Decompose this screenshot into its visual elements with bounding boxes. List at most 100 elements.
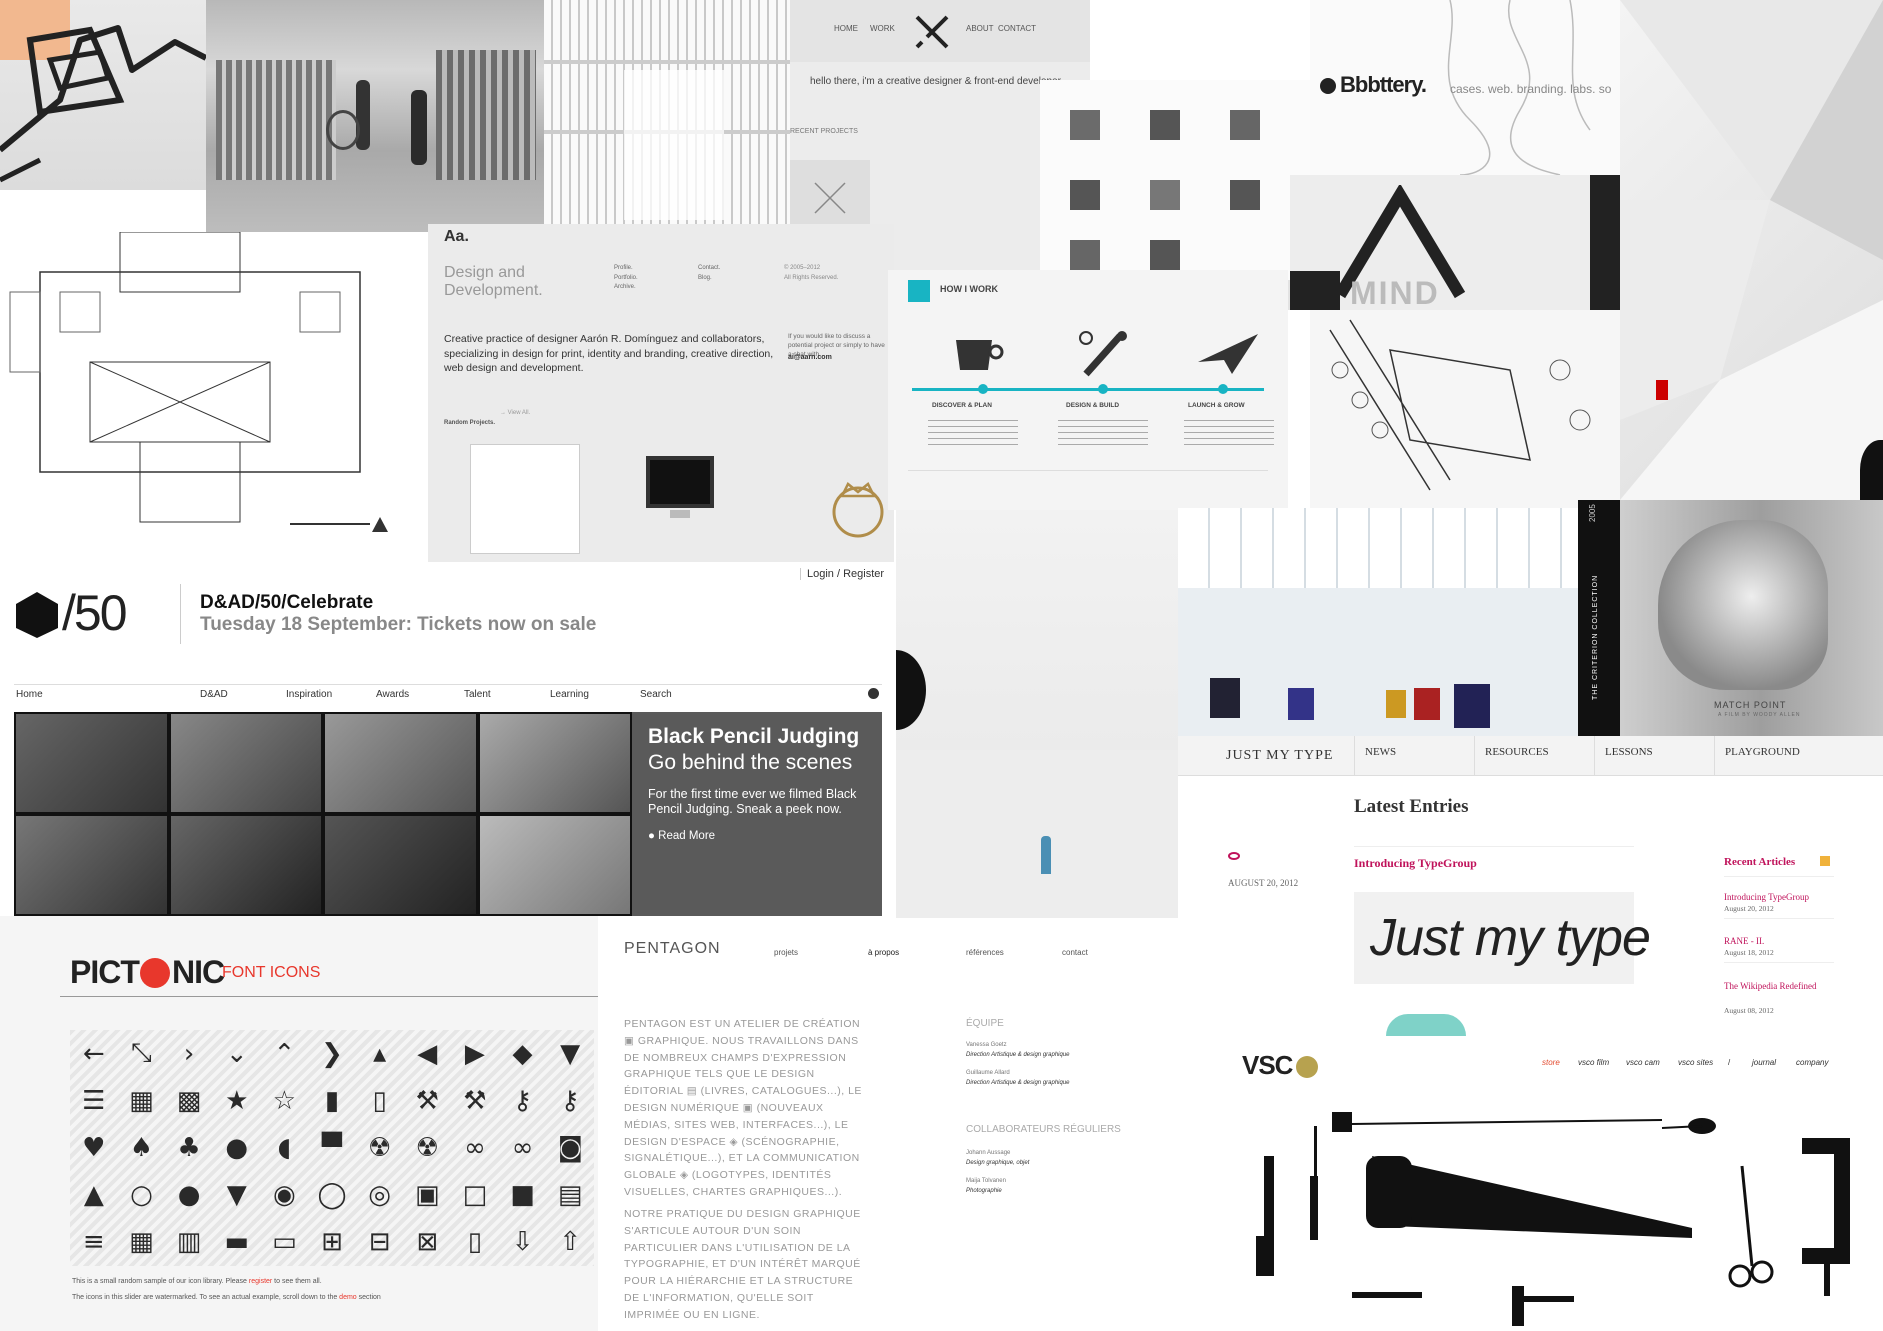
tmind-text: MIND xyxy=(1350,275,1440,310)
video-thumb[interactable] xyxy=(16,714,167,812)
article-link[interactable]: The Wikipedia Redefined xyxy=(1724,981,1824,992)
poo-icon: ● xyxy=(225,1132,249,1163)
barcode-icon: ▥ xyxy=(176,1227,202,1258)
team-role: Direction Artistique & design graphique xyxy=(966,1052,1070,1058)
play-icon: ● xyxy=(648,829,655,842)
nav-vsco-sites[interactable]: vsco sites xyxy=(1678,1058,1713,1067)
nav-playground[interactable]: PLAYGROUND xyxy=(1714,736,1834,775)
film-title: MATCH POINT xyxy=(1714,700,1787,710)
chat-double-icon: ◎ xyxy=(368,1180,391,1211)
nav-references[interactable]: références xyxy=(966,948,1004,957)
nav-resources[interactable]: RESOURCES xyxy=(1474,736,1594,775)
search-go-icon[interactable] xyxy=(868,688,879,699)
aaron-menu-2[interactable]: Contact. Blog. xyxy=(698,264,720,283)
file-download-icon: ⇩ xyxy=(511,1227,534,1258)
project-thumb-monitor[interactable] xyxy=(646,456,714,508)
video-thumb[interactable] xyxy=(170,816,321,914)
chevron-right-icon: › xyxy=(183,1038,195,1069)
register-link[interactable]: register xyxy=(249,1278,272,1285)
nav-work[interactable]: WORK xyxy=(870,24,895,33)
video-thumb[interactable] xyxy=(325,714,476,812)
skull-icon xyxy=(1320,78,1336,94)
aaron-email[interactable]: ai@aarn.com xyxy=(788,354,832,361)
painting xyxy=(1210,678,1240,718)
recent-projects-label: RECENT PROJECTS xyxy=(790,128,858,135)
video-thumb[interactable] xyxy=(16,816,167,914)
nav-talent[interactable]: Talent xyxy=(464,689,491,700)
saw-icon xyxy=(1366,1156,1692,1238)
white-interior-photo xyxy=(1620,0,1883,500)
paintbrush-icon xyxy=(1079,331,1127,377)
wrench-alt-icon: ⚒ xyxy=(463,1085,487,1116)
pictonic-logo-b: NIC xyxy=(172,954,225,990)
criterion-year: 2005 xyxy=(1588,504,1597,522)
aaron-copyright: © 2005–2012 All Rights Reserved. xyxy=(784,265,839,281)
video-thumb[interactable] xyxy=(479,714,630,812)
logo-sketch xyxy=(0,25,206,183)
nav-contact[interactable]: CONTACT xyxy=(998,24,1036,33)
nav-dad[interactable]: D&AD xyxy=(200,689,228,700)
bbbttery-nav[interactable]: cases. web. branding. labs. so xyxy=(1450,82,1611,96)
folder-add-icon: ⊞ xyxy=(321,1227,343,1258)
pentagon-logo[interactable]: PENTAGON xyxy=(624,940,721,958)
spade-icon: ♠ xyxy=(129,1132,154,1163)
article-link[interactable]: RANE - II. xyxy=(1724,936,1764,946)
star-icon: ★ xyxy=(225,1085,249,1116)
nav-vsco-film[interactable]: vsco film xyxy=(1578,1058,1609,1067)
atrium-photo xyxy=(544,0,790,232)
aaron-menu-1[interactable]: Profile. Portfolio. Archive. xyxy=(614,264,638,293)
article-link[interactable]: Introducing TypeGroup xyxy=(1724,892,1809,902)
project-thumb-box[interactable] xyxy=(470,444,580,554)
nav-lessons[interactable]: LESSONS xyxy=(1594,736,1714,775)
nav-home[interactable]: Home xyxy=(16,689,43,700)
nav-store[interactable]: store xyxy=(1542,1058,1560,1067)
chat-outline-icon: ◯ xyxy=(317,1180,347,1211)
brush-logo-icon xyxy=(915,15,949,49)
video-thumb[interactable] xyxy=(170,714,321,812)
aaron-site-tile: Aa. Design and Development. Profile. Por… xyxy=(428,224,894,564)
square-chevron-up-icon: ▴ xyxy=(373,1038,387,1069)
painting xyxy=(1386,690,1406,718)
nav-awards[interactable]: Awards xyxy=(376,689,409,700)
nav-about[interactable]: ABOUT xyxy=(966,24,994,33)
nav-vsco-cam[interactable]: vsco cam xyxy=(1626,1058,1660,1067)
latest-entries-heading: Latest Entries xyxy=(1354,796,1469,817)
radiation-icon: ☢ xyxy=(367,1132,392,1163)
pictonic-logo-a: PICT xyxy=(70,954,140,990)
chat-dots-icon: ▣ xyxy=(414,1180,440,1211)
step-launch: LAUNCH & GROW xyxy=(1188,402,1245,409)
nav-company[interactable]: company xyxy=(1796,1058,1828,1067)
article-date: August 08, 2012 xyxy=(1724,1006,1774,1015)
video-thumb[interactable] xyxy=(325,816,476,914)
nav-projets[interactable]: projets xyxy=(774,948,798,957)
nav-journal[interactable]: journal xyxy=(1752,1058,1776,1067)
nav-learning[interactable]: Learning xyxy=(550,689,589,700)
demo-link[interactable]: demo xyxy=(339,1294,357,1301)
eye-icon xyxy=(1228,852,1240,860)
gallery-photo xyxy=(1178,508,1578,736)
nav-contact[interactable]: contact xyxy=(1062,948,1088,957)
radiation-circle-icon: ☢ xyxy=(415,1132,439,1163)
folder-remove-icon: ⊟ xyxy=(368,1227,391,1258)
team-name: Guillaume Allard xyxy=(966,1070,1010,1076)
star-outline-icon: ☆ xyxy=(272,1085,296,1116)
circle-chevron-right-icon: ❯ xyxy=(321,1038,343,1069)
rss-icon[interactable] xyxy=(1820,856,1830,866)
view-all-link[interactable]: → View All. xyxy=(500,410,530,416)
nav-news[interactable]: NEWS xyxy=(1354,736,1474,775)
nav-a-propos[interactable]: à propos xyxy=(868,948,899,957)
tag-down-icon: ▼ xyxy=(560,1038,581,1069)
chat-icon: ◉ xyxy=(273,1180,296,1211)
entry-title-link[interactable]: Introducing TypeGroup xyxy=(1354,856,1477,871)
tape-measure-icon xyxy=(1332,1112,1663,1132)
jmt-logo[interactable]: JUST MY TYPE xyxy=(1226,748,1333,764)
pentagon-tile: PENTAGON projets à propos références con… xyxy=(598,918,1178,1331)
file-upload-icon: ⇧ xyxy=(559,1227,582,1258)
nav-inspiration[interactable]: Inspiration xyxy=(286,689,332,700)
video-thumb[interactable] xyxy=(479,816,630,914)
nav-home[interactable]: HOME xyxy=(834,24,858,33)
login-register-link[interactable]: Login / Register xyxy=(800,568,884,580)
vsco-logo[interactable]: VSC xyxy=(1242,1050,1293,1081)
read-more-link[interactable]: Read More xyxy=(658,830,715,842)
nav-search[interactable]: Search xyxy=(640,689,672,700)
